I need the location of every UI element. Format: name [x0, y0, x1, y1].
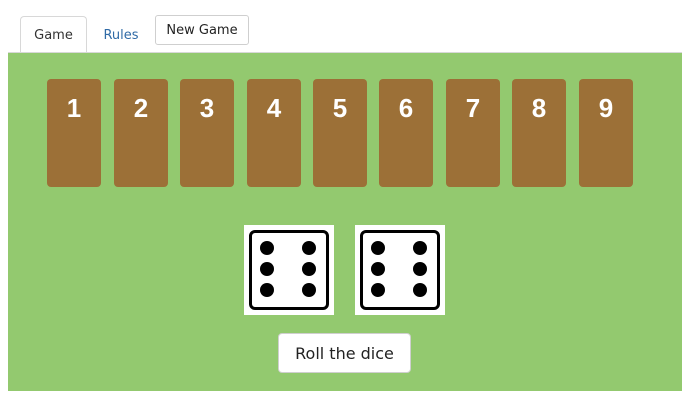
die-pip [371, 283, 385, 297]
die-pip [413, 283, 427, 297]
die-1 [244, 225, 334, 315]
tab-rules[interactable]: Rules [87, 16, 155, 54]
die-pip [260, 241, 274, 255]
die-pip [413, 262, 427, 276]
roll-dice-button[interactable]: Roll the dice [278, 333, 411, 373]
new-game-button[interactable]: New Game [155, 15, 249, 45]
die-pip [260, 262, 274, 276]
die-pip [302, 262, 316, 276]
die-pip [302, 241, 316, 255]
game-board: 1 2 3 4 5 6 7 8 9 Roll the dice [8, 52, 682, 391]
die-pip [260, 283, 274, 297]
die-2 [355, 225, 445, 315]
die-face [249, 230, 329, 310]
tile-6[interactable]: 6 [379, 79, 433, 187]
die-pip [413, 241, 427, 255]
tile-2[interactable]: 2 [114, 79, 168, 187]
die-pip [302, 283, 316, 297]
die-pip [371, 241, 385, 255]
tile-9[interactable]: 9 [579, 79, 633, 187]
tile-7[interactable]: 7 [446, 79, 500, 187]
tile-5[interactable]: 5 [313, 79, 367, 187]
tile-3[interactable]: 3 [180, 79, 234, 187]
tab-bar: Game Rules New Game [20, 14, 249, 54]
tab-game[interactable]: Game [20, 16, 87, 54]
die-face [360, 230, 440, 310]
tile-1[interactable]: 1 [47, 79, 101, 187]
tile-8[interactable]: 8 [512, 79, 566, 187]
tile-4[interactable]: 4 [247, 79, 301, 187]
die-pip [371, 262, 385, 276]
